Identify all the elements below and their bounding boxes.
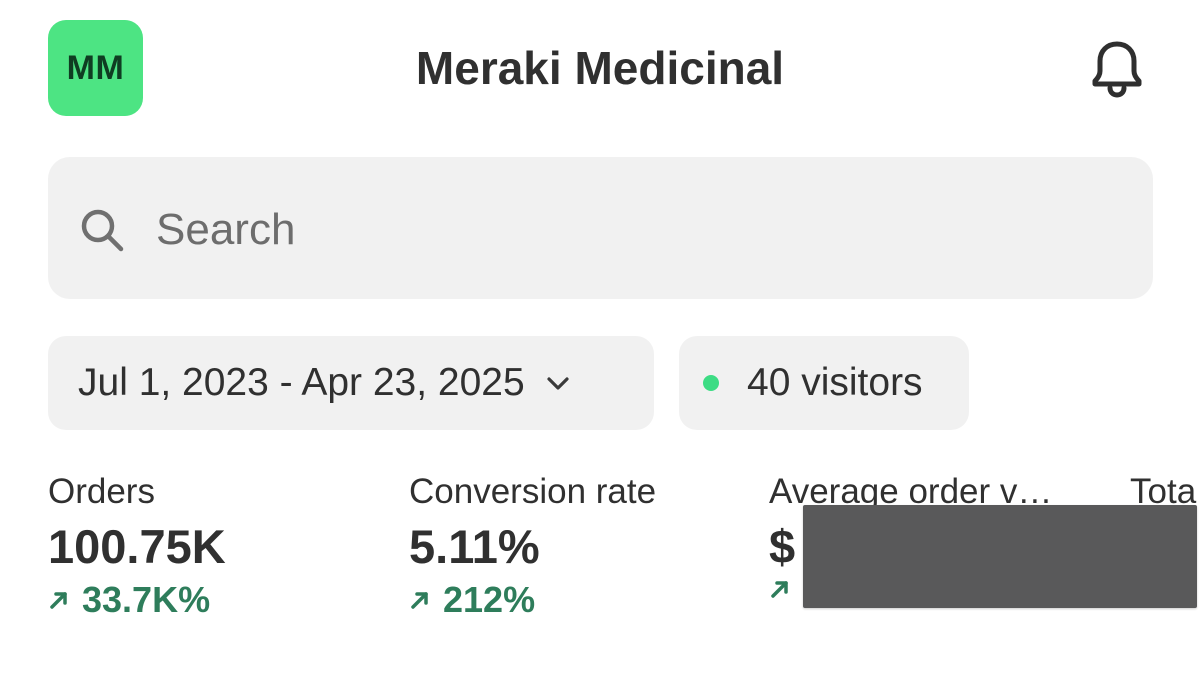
arrow-up-right-icon xyxy=(50,592,67,609)
metric-value: 100.75K xyxy=(48,520,226,573)
chevron-down-icon xyxy=(547,377,569,390)
metric-change: 212% xyxy=(409,578,749,622)
metric-change-value: 33.7K% xyxy=(82,579,211,620)
metric-label: Conversion rate xyxy=(409,472,657,511)
live-visitors-badge[interactable]: 40 visitors xyxy=(679,336,969,430)
metric-label: Orders xyxy=(48,472,155,511)
metric-orders[interactable]: Orders 100.75K 33.7K% xyxy=(48,470,388,622)
metric-change: 33.7K% xyxy=(48,578,388,622)
notifications-button[interactable] xyxy=(1084,36,1150,102)
page-title: Meraki Medicinal xyxy=(415,42,785,94)
search-icon xyxy=(81,209,124,252)
arrow-up-right-icon xyxy=(411,592,428,609)
date-range-selector[interactable]: Jul 1, 2023 - Apr 23, 2025 xyxy=(48,336,654,430)
status-dot-icon xyxy=(703,375,719,391)
search-input[interactable] xyxy=(156,200,1116,260)
visitors-count: 40 visitors xyxy=(747,361,923,404)
redaction-box xyxy=(803,505,1197,608)
date-range-label: Jul 1, 2023 - Apr 23, 2025 xyxy=(78,361,525,404)
metric-value: 5.11% xyxy=(409,520,540,573)
metric-change-value: 212% xyxy=(443,579,536,620)
arrow-up-right-icon xyxy=(771,581,788,598)
bell-icon xyxy=(1092,41,1142,98)
dashboard-screen: MM Meraki Medicinal Jul 1, 2023 - Apr 23… xyxy=(0,0,1200,675)
metric-conversion-rate[interactable]: Conversion rate 5.11% 212% xyxy=(409,470,749,622)
